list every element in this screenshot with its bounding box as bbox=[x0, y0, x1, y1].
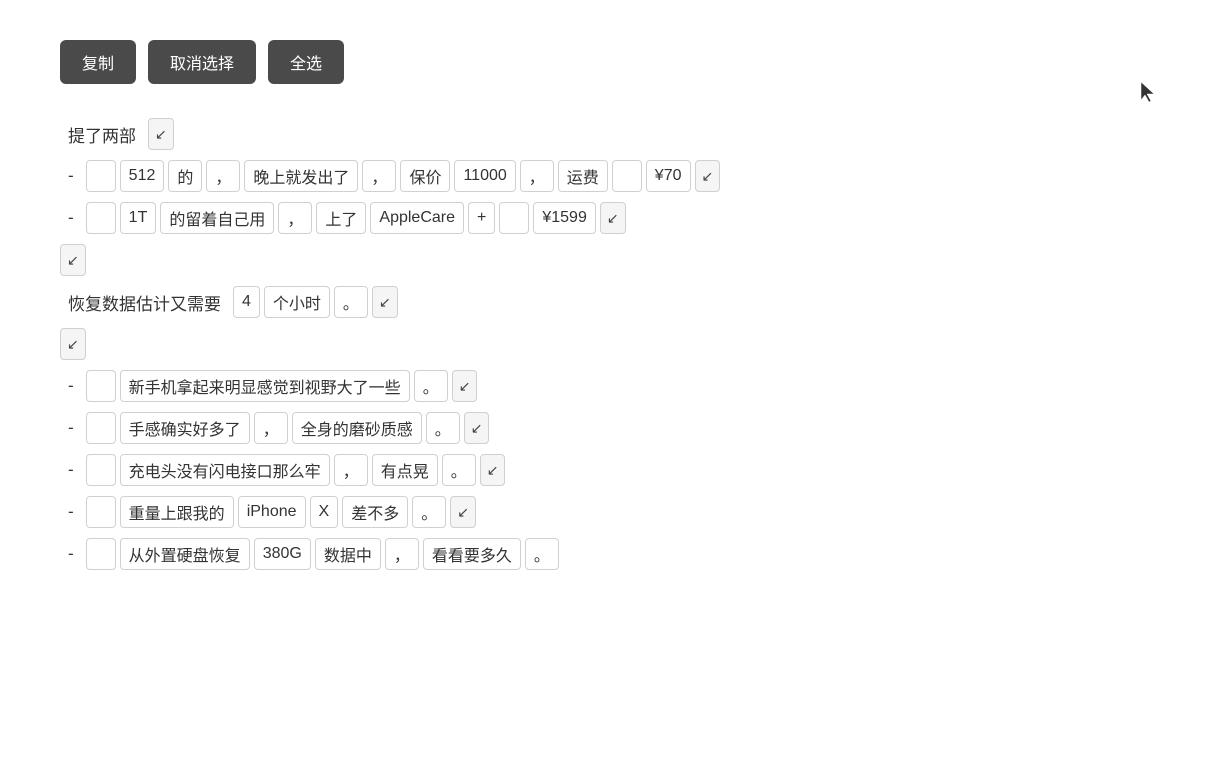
word-token: ¥1599 bbox=[533, 202, 596, 234]
word-token: 11000 bbox=[454, 160, 515, 192]
plain-text-token: - bbox=[60, 496, 82, 528]
empty-token bbox=[86, 454, 116, 486]
empty-token bbox=[86, 370, 116, 402]
word-token: 全身的磨砂质感 bbox=[292, 412, 422, 444]
empty-token bbox=[499, 202, 529, 234]
word-token: 手感确实好多了 bbox=[120, 412, 250, 444]
word-token: 有点晃 bbox=[372, 454, 438, 486]
word-token: 。 bbox=[334, 286, 368, 318]
word-token: 上了 bbox=[316, 202, 366, 234]
text-row: ↙ bbox=[60, 244, 1147, 276]
word-token: 512 bbox=[120, 160, 165, 192]
word-token: 新手机拿起来明显感觉到视野大了一些 bbox=[120, 370, 410, 402]
word-token: 数据中 bbox=[315, 538, 381, 570]
plain-text-token: - bbox=[60, 370, 82, 402]
word-token: 保价 bbox=[400, 160, 450, 192]
empty-token bbox=[86, 496, 116, 528]
word-token: 。 bbox=[525, 538, 559, 570]
empty-token bbox=[612, 160, 642, 192]
text-row: - 新手机拿起来明显感觉到视野大了一些。↙ bbox=[60, 370, 1147, 402]
word-token: 。 bbox=[426, 412, 460, 444]
text-row: - 充电头没有闪电接口那么牢，有点晃。↙ bbox=[60, 454, 1147, 486]
arrow-token: ↙ bbox=[464, 412, 490, 444]
word-token: 看看要多久 bbox=[423, 538, 521, 570]
word-token: iPhone bbox=[238, 496, 306, 528]
copy-button[interactable]: 复制 bbox=[60, 40, 136, 84]
word-token: ， bbox=[362, 160, 396, 192]
word-token: 的 bbox=[168, 160, 202, 192]
word-token: ， bbox=[334, 454, 368, 486]
word-token: ， bbox=[520, 160, 554, 192]
arrow-token: ↙ bbox=[600, 202, 626, 234]
text-row: 提了两部↙ bbox=[60, 118, 1147, 150]
text-row: -512的，晚上就发出了，保价11000，运费¥70↙ bbox=[60, 160, 1147, 192]
plain-text-token: - bbox=[60, 454, 82, 486]
deselect-button[interactable]: 取消选择 bbox=[148, 40, 256, 84]
arrow-token: ↙ bbox=[695, 160, 721, 192]
plain-text-token: - bbox=[60, 202, 82, 234]
plain-text-token: - bbox=[60, 412, 82, 444]
word-token: + bbox=[468, 202, 495, 234]
arrow-token: ↙ bbox=[148, 118, 174, 150]
word-token: 4 bbox=[233, 286, 260, 318]
text-row: ↙ bbox=[60, 328, 1147, 360]
content-area: 提了两部↙-512的，晚上就发出了，保价11000，运费¥70↙-1T的留着自己… bbox=[60, 116, 1147, 572]
plain-text-token: - bbox=[60, 538, 82, 570]
toolbar: 复制 取消选择 全选 bbox=[60, 40, 1147, 84]
word-token: X bbox=[310, 496, 339, 528]
word-token: 运费 bbox=[558, 160, 608, 192]
text-row: - 手感确实好多了，全身的磨砂质感。↙ bbox=[60, 412, 1147, 444]
word-token: 个小时 bbox=[264, 286, 330, 318]
word-token: ¥70 bbox=[646, 160, 691, 192]
word-token: 1T bbox=[120, 202, 157, 234]
word-token: 380G bbox=[254, 538, 311, 570]
arrow-token: ↙ bbox=[60, 244, 86, 276]
word-token: 的留着自己用 bbox=[160, 202, 274, 234]
text-row: - 从外置硬盘恢复380G数据中，看看要多久。 bbox=[60, 538, 1147, 570]
word-token: 。 bbox=[414, 370, 448, 402]
select-all-button[interactable]: 全选 bbox=[268, 40, 344, 84]
text-row: 恢复数据估计又需要4个小时。↙ bbox=[60, 286, 1147, 318]
arrow-token: ↙ bbox=[452, 370, 478, 402]
word-token: ， bbox=[206, 160, 240, 192]
word-token: ， bbox=[385, 538, 419, 570]
word-token: ， bbox=[278, 202, 312, 234]
text-row: - 1T的留着自己用，上了AppleCare+ ¥1599↙ bbox=[60, 202, 1147, 234]
word-token: 充电头没有闪电接口那么牢 bbox=[120, 454, 330, 486]
cursor-icon bbox=[1137, 80, 1157, 109]
word-token: AppleCare bbox=[370, 202, 464, 234]
empty-token bbox=[86, 202, 116, 234]
word-token: 差不多 bbox=[342, 496, 408, 528]
plain-text-token: 提了两部 bbox=[60, 118, 144, 150]
word-token: 。 bbox=[412, 496, 446, 528]
empty-token bbox=[86, 412, 116, 444]
plain-text-token: - bbox=[60, 160, 82, 192]
word-token: 晚上就发出了 bbox=[244, 160, 358, 192]
arrow-token: ↙ bbox=[450, 496, 476, 528]
arrow-token: ↙ bbox=[480, 454, 506, 486]
word-token: 重量上跟我的 bbox=[120, 496, 234, 528]
word-token: ， bbox=[254, 412, 288, 444]
word-token: 。 bbox=[442, 454, 476, 486]
text-row: - 重量上跟我的iPhoneX差不多。↙ bbox=[60, 496, 1147, 528]
empty-token bbox=[86, 160, 116, 192]
arrow-token: ↙ bbox=[372, 286, 398, 318]
word-token: 从外置硬盘恢复 bbox=[120, 538, 250, 570]
arrow-token: ↙ bbox=[60, 328, 86, 360]
plain-text-token: 恢复数据估计又需要 bbox=[60, 286, 229, 318]
empty-token bbox=[86, 538, 116, 570]
